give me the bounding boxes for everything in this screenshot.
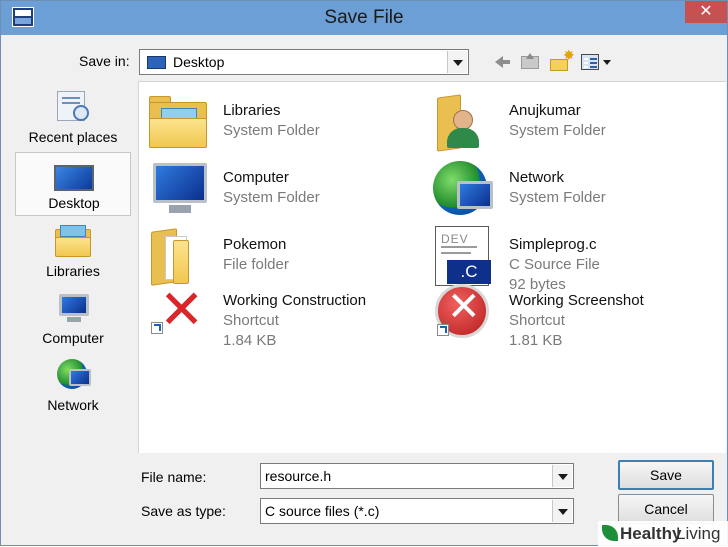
up-folder-icon[interactable] [519,51,543,73]
file-item-anujkumar[interactable]: Anujkumar System Folder [433,92,703,154]
new-folder-icon[interactable]: ✸ [549,47,575,73]
libraries-icon [53,223,93,259]
place-computer[interactable]: Computer [15,286,131,350]
place-label: Recent places [28,129,118,145]
user-folder-icon [433,92,499,154]
dev-logo: DEV [441,232,469,246]
place-label: Computer [42,330,104,346]
file-type: File folder [223,256,289,273]
chevron-down-icon[interactable] [552,465,572,487]
file-item-working-construction[interactable]: ✕ Working Construction Shortcut 1.84 KB [147,278,417,349]
save-in-dropdown[interactable]: Desktop [139,49,469,75]
place-recent-places[interactable]: Recent places [15,85,131,149]
chevron-down-icon[interactable] [447,51,467,73]
c-source-file-icon: DEV .C [433,226,499,288]
leaf-icon [602,525,618,541]
file-name: Libraries [223,102,281,119]
c-badge: .C [447,260,491,284]
file-name: Working Construction [223,292,367,309]
recent-places-icon [53,89,93,125]
place-libraries[interactable]: Libraries [15,219,131,283]
save-in-label: Save in: [79,53,130,69]
chevron-down-icon[interactable] [552,500,572,522]
file-list[interactable]: Libraries System Folder Anujkumar System… [138,81,726,453]
save-as-type-label: Save as type: [141,503,226,519]
places-bar: Recent places Desktop Libraries Computer… [15,85,131,450]
watermark-logo: Healthy Living [598,521,728,547]
file-type: Shortcut [509,312,565,329]
file-name: Working Screenshot [509,292,644,309]
view-menu-icon[interactable] [579,51,615,73]
desktop-icon [54,157,94,193]
network-icon [433,159,499,221]
save-button[interactable]: Save [618,460,714,490]
file-type: C Source File [509,256,600,273]
file-name: Anujkumar [509,102,581,119]
dialog-title: Save File [324,7,404,28]
error-shortcut-icon: ✕ [433,282,499,344]
file-name-value: resource.h [265,468,332,484]
save-as-type-dropdown[interactable]: C source files (*.c) [260,498,574,524]
desktop-icon [147,56,166,69]
file-item-simpleprog-c[interactable]: DEV .C Simpleprog.c C Source File 92 byt… [433,226,703,293]
network-icon [53,357,93,393]
red-x-shortcut-icon: ✕ [147,278,213,344]
file-name-label: File name: [141,469,207,485]
shortcut-arrow-icon [437,324,449,336]
file-size: 1.84 KB [223,332,277,349]
file-item-libraries[interactable]: Libraries System Folder [147,92,417,154]
computer-icon [53,290,93,326]
shortcut-arrow-icon [151,322,163,334]
dialog-body: Save in: Desktop ✸ Recent places Desktop… [1,35,727,545]
file-type: System Folder [509,122,606,139]
back-arrow-icon[interactable] [491,51,513,73]
file-name: Pokemon [223,236,287,253]
file-size: 1.81 KB [509,332,563,349]
save-file-dialog: Save File ✕ Save in: Desktop ✸ Recent pl… [0,0,728,547]
place-desktop[interactable]: Desktop [15,152,131,216]
watermark-text-2: Living [676,524,721,543]
file-name-field[interactable]: resource.h [260,463,574,489]
place-label: Network [47,397,99,413]
file-name: Network [509,169,565,186]
computer-icon [147,159,213,221]
file-name: Simpleprog.c [509,236,597,253]
place-label: Libraries [46,263,100,279]
file-type: System Folder [223,189,320,206]
close-button[interactable]: ✕ [685,1,727,23]
libraries-folder-icon [147,92,213,154]
file-type: Shortcut [223,312,279,329]
file-item-computer[interactable]: Computer System Folder [147,159,417,221]
file-type: System Folder [509,189,606,206]
title-bar[interactable]: Save File ✕ [1,1,727,35]
save-as-type-value: C source files (*.c) [265,503,380,519]
file-item-network[interactable]: Network System Folder [433,159,703,221]
place-label: Desktop [48,195,100,211]
save-in-value: Desktop [173,54,225,70]
file-type: System Folder [223,122,320,139]
file-item-working-screenshot[interactable]: ✕ Working Screenshot Shortcut 1.81 KB [433,282,703,349]
file-name: Computer [223,169,289,186]
watermark-text-1: Healthy [620,524,682,543]
place-network[interactable]: Network [15,353,131,417]
cancel-button[interactable]: Cancel [618,494,714,524]
